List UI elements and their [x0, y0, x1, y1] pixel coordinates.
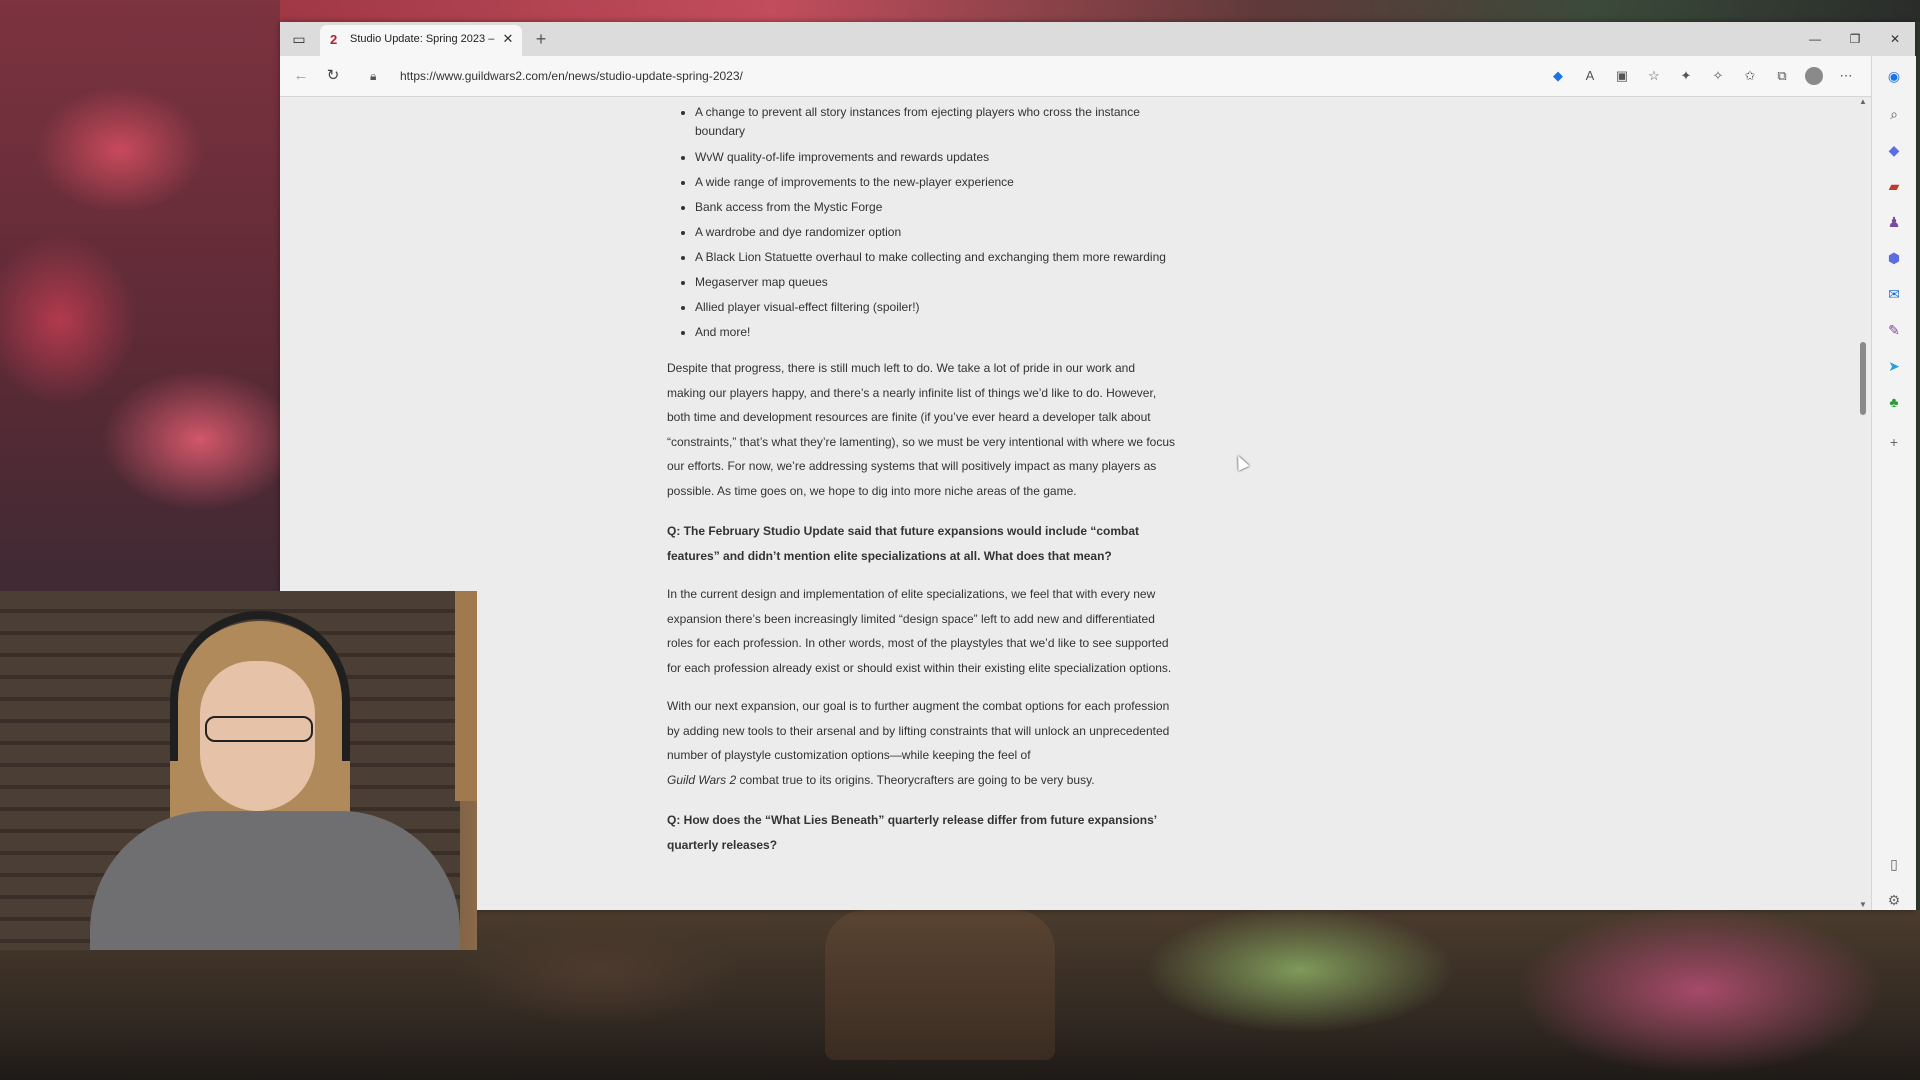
paragraph-text: With our next expansion, our goal is to … — [667, 699, 1170, 762]
search-icon[interactable]: ⌕ — [1882, 102, 1906, 126]
read-aloud-icon[interactable]: A — [1581, 65, 1599, 87]
list-item: Bank access from the Mystic Forge — [695, 198, 1177, 217]
scroll-thumb[interactable] — [1860, 342, 1866, 415]
lock-icon[interactable]: 🔒︎ — [370, 69, 388, 84]
shopping-icon[interactable]: ◆ — [1882, 138, 1906, 162]
bing-copilot-icon[interactable]: ◉ — [1882, 64, 1906, 88]
list-item: A wide range of improvements to the new-… — [695, 173, 1177, 192]
immersive-reader-icon[interactable]: ▣ — [1613, 65, 1631, 87]
game-character — [825, 910, 1055, 1060]
list-item: A change to prevent all story instances … — [695, 103, 1177, 141]
game-title-italic: Guild Wars 2 — [667, 772, 737, 787]
list-item: And more! — [695, 323, 1177, 342]
edge-sidebar: ◉ ⌕ ◆ ▰ ♟ ⬢ ✉ ✎ ➤ ♣ + ▯ ⚙ — [1871, 56, 1916, 910]
page-scrollbar[interactable]: ▲ ▼ — [1858, 97, 1868, 910]
refresh-icon[interactable]: ↻ — [322, 65, 344, 87]
paragraph-next-expansion: With our next expansion, our goal is to … — [667, 694, 1177, 792]
paragraph-elite-specs: In the current design and implementation… — [667, 587, 1172, 675]
paragraph-text: combat true to its origins. Theorycrafte… — [739, 772, 1095, 787]
window-controls: — ❐ ✕ — [1795, 22, 1915, 56]
add-favorite-icon[interactable]: ☆ — [1645, 65, 1663, 87]
close-window-icon[interactable]: ✕ — [1875, 22, 1915, 56]
settings-gear-icon[interactable]: ⚙ — [1882, 888, 1906, 912]
streamer-hoodie — [90, 811, 460, 950]
new-tab-icon[interactable]: + — [530, 28, 552, 50]
list-item: WvW quality-of-life improvements and rew… — [695, 148, 1177, 167]
browser-window: ▭ 2 Studio Update: Spring 2023 – Gu ✕ + … — [280, 22, 1916, 910]
extensions-puzzle-icon[interactable]: ✧ — [1709, 65, 1727, 87]
list-item: A wardrobe and dye randomizer option — [695, 223, 1177, 242]
collections-icon[interactable]: ⧉ — [1773, 65, 1791, 87]
tab-actions-icon[interactable]: ▭ — [288, 28, 310, 50]
restore-icon[interactable]: ❐ — [1835, 22, 1875, 56]
door-frame — [455, 591, 477, 801]
tools-icon[interactable]: ▰ — [1882, 174, 1906, 198]
minimize-icon[interactable]: — — [1795, 22, 1835, 56]
url-text: https://www.guildwars2.com/en/news/studi… — [400, 69, 743, 83]
tree-icon[interactable]: ♣ — [1882, 390, 1906, 414]
games-icon[interactable]: ♟ — [1882, 210, 1906, 234]
shopping-tag-icon[interactable]: ◆ — [1549, 65, 1567, 87]
profile-avatar-icon[interactable] — [1805, 67, 1823, 85]
back-icon[interactable]: ← — [290, 65, 312, 87]
background-scenery-top — [280, 0, 1920, 22]
tab-bar: ▭ 2 Studio Update: Spring 2023 – Gu ✕ + … — [280, 22, 1915, 56]
browser-toolbar: ← ↻ 🔒︎ https://www.guildwars2.com/en/new… — [280, 56, 1915, 97]
extension-icon[interactable]: ✦ — [1677, 65, 1695, 87]
designer-icon[interactable]: ✎ — [1882, 318, 1906, 342]
guildwars-favicon-icon: 2 — [330, 32, 338, 47]
background-scenery-left — [0, 0, 280, 600]
tab-active[interactable]: 2 Studio Update: Spring 2023 – Gu ✕ — [320, 25, 522, 56]
question-quarterly-release: Q: How does the “What Lies Beneath” quar… — [667, 813, 1157, 852]
address-bar[interactable]: 🔒︎ https://www.guildwars2.com/en/news/st… — [362, 62, 1362, 90]
list-item: Megaserver map queues — [695, 273, 1177, 292]
outlook-icon[interactable]: ✉ — [1882, 282, 1906, 306]
question-combat-features: Q: The February Studio Update said that … — [667, 524, 1140, 563]
feature-list: A change to prevent all story instances … — [667, 103, 1177, 342]
favorites-icon[interactable]: ✩ — [1741, 65, 1759, 87]
scroll-up-icon[interactable]: ▲ — [1858, 97, 1868, 107]
article-body: A change to prevent all story instances … — [667, 97, 1177, 857]
add-sidebar-app-icon[interactable]: + — [1882, 430, 1906, 454]
microsoft-365-icon[interactable]: ⬢ — [1882, 246, 1906, 270]
hide-sidebar-icon[interactable]: ▯ — [1882, 852, 1906, 876]
list-item: Allied player visual-effect filtering (s… — [695, 298, 1177, 317]
toolbar-icons: ◆ A ▣ ☆ ✦ ✧ ✩ ⧉ ⋯ — [1549, 65, 1855, 87]
paragraph-progress: Despite that progress, there is still mu… — [667, 361, 1176, 498]
page-content: A change to prevent all story instances … — [280, 97, 1868, 910]
tab-title: Studio Update: Spring 2023 – Gu — [350, 33, 495, 45]
close-tab-icon[interactable]: ✕ — [500, 31, 516, 47]
list-item: A Black Lion Statuette overhaul to make … — [695, 248, 1177, 267]
more-menu-icon[interactable]: ⋯ — [1837, 65, 1855, 87]
webcam-overlay — [0, 591, 477, 950]
drop-icon[interactable]: ➤ — [1882, 354, 1906, 378]
scroll-down-icon[interactable]: ▼ — [1858, 900, 1868, 910]
